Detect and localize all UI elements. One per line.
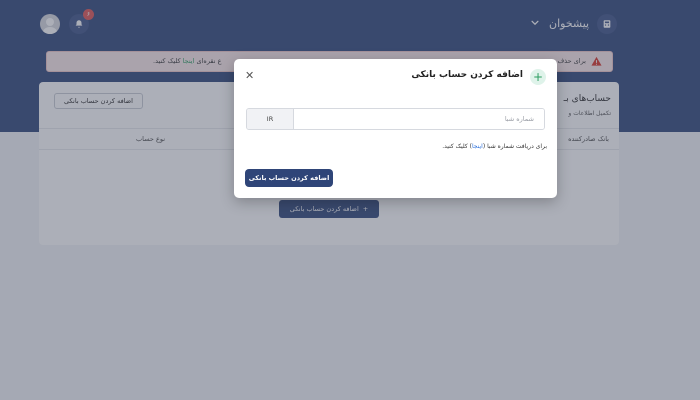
modal-title: اضافه کردن حساب بانکی [411, 70, 523, 80]
iban-hint-prefix: برای دریافت شماره شبا [487, 143, 547, 150]
iban-prefix: IR [247, 109, 294, 129]
iban-hint-suffix: کلیک کنید. [442, 143, 468, 150]
submit-add-bank-account-button[interactable]: اضافه کردن حساب بانکی [245, 169, 333, 187]
plus-circle-icon: + [530, 69, 546, 85]
iban-hint-link[interactable]: اینجا [472, 143, 483, 150]
iban-hint: برای دریافت شماره شبا (اینجا) کلیک کنید. [442, 143, 547, 150]
iban-input-group: IR [246, 108, 545, 130]
close-icon[interactable]: ✕ [245, 69, 254, 83]
add-bank-account-modal: ✕ + اضافه کردن حساب بانکی IR برای دریافت… [234, 59, 557, 198]
iban-input[interactable] [294, 109, 544, 129]
